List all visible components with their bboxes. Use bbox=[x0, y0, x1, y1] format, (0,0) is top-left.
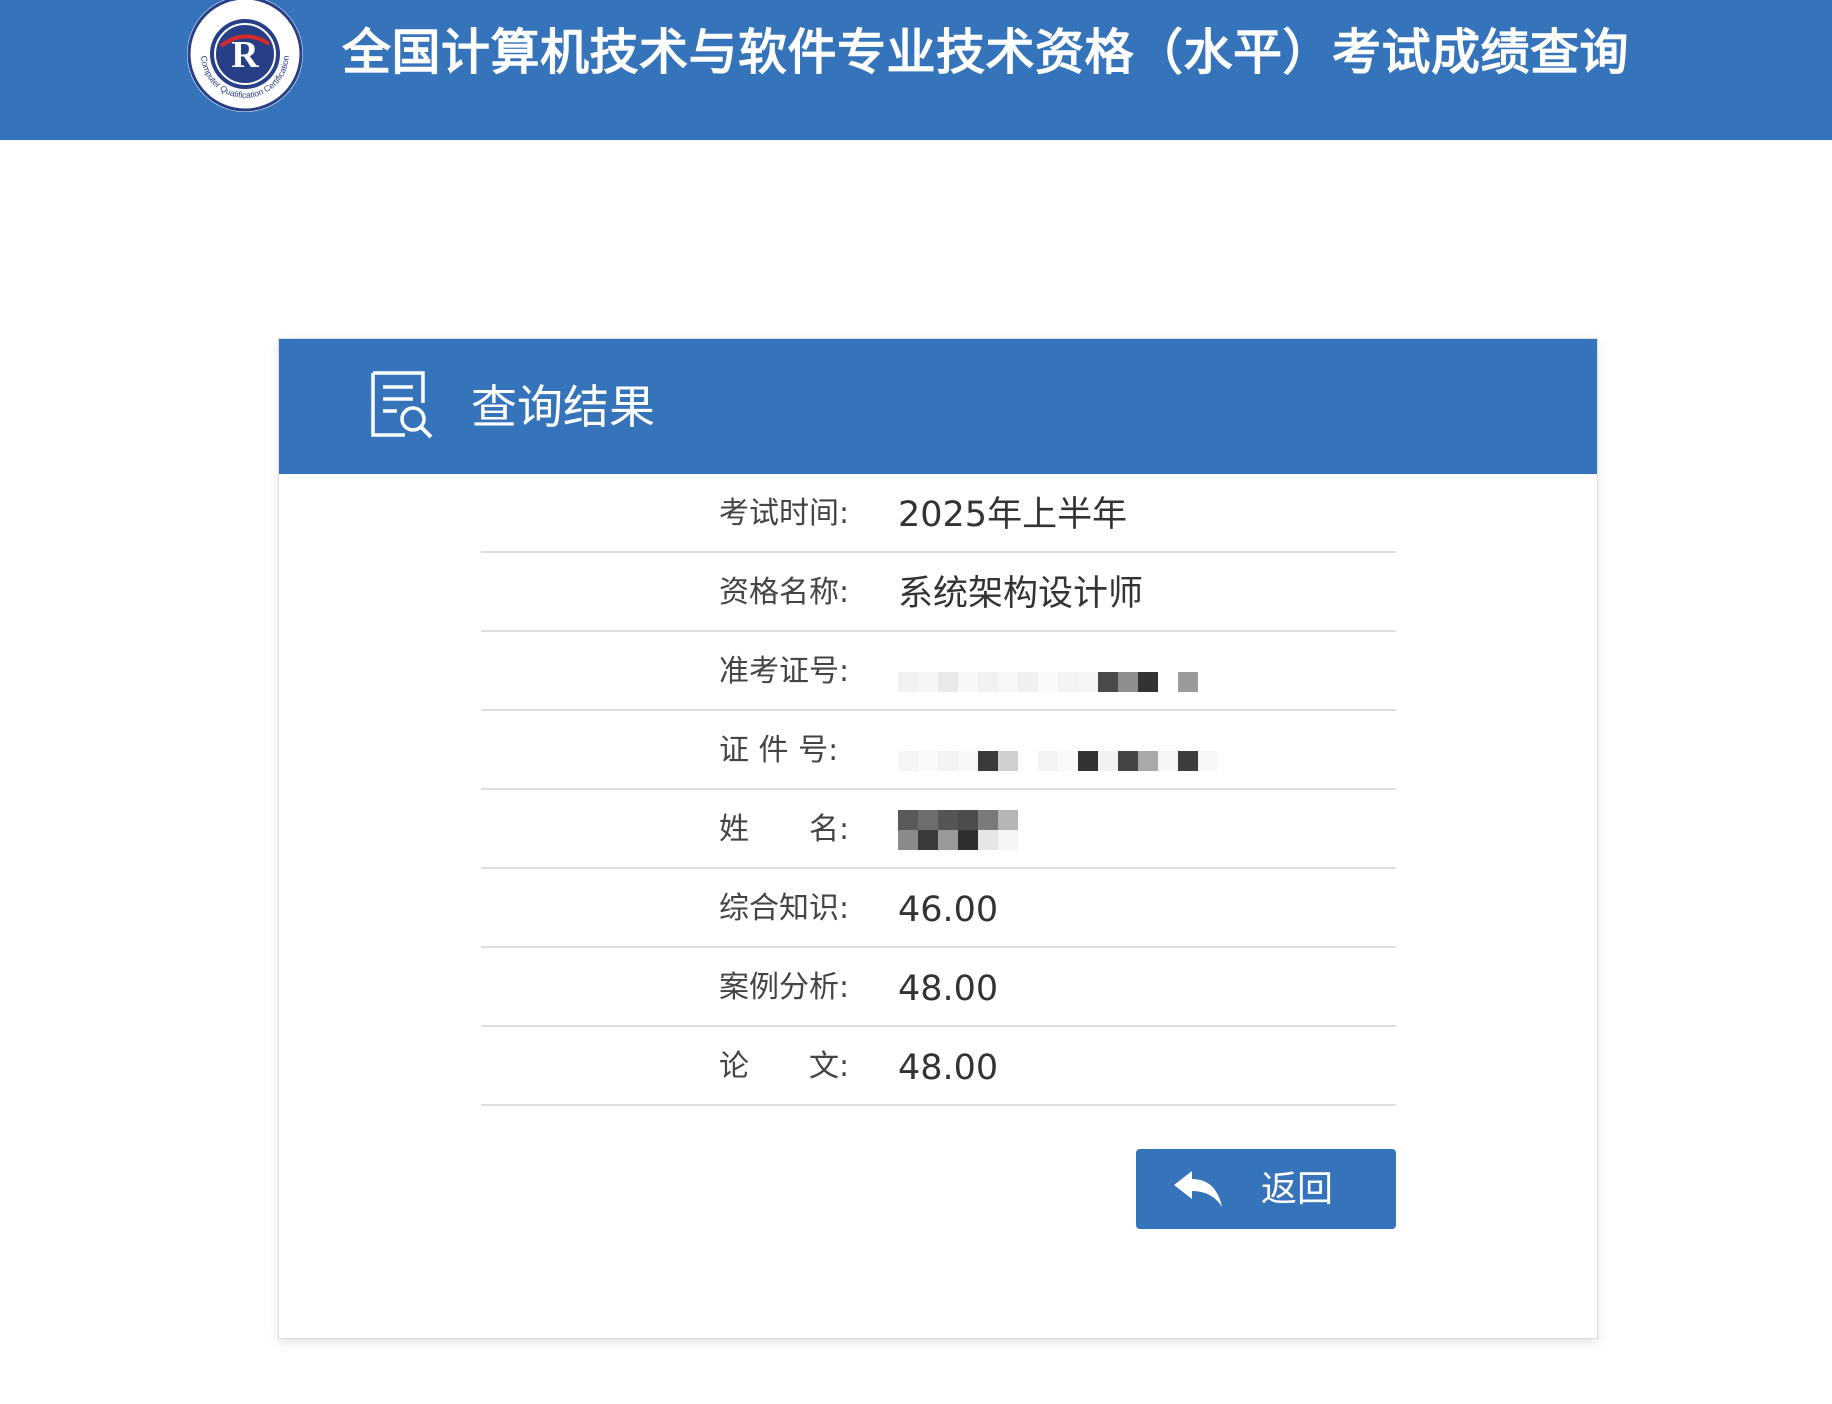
page-title: 全国计算机技术与软件专业技术资格（水平）考试成绩查询 bbox=[342, 24, 1630, 81]
result-card: 查询结果 考试时间: 2025年上半年 资格名称: 系统架构设计师 准考证号: … bbox=[278, 338, 1598, 1339]
row-label: 资格名称: bbox=[719, 575, 850, 610]
result-row-case-analysis: 案例分析: 48.00 bbox=[481, 948, 1396, 1027]
document-search-icon bbox=[371, 371, 433, 439]
back-button-label: 返回 bbox=[1261, 1169, 1334, 1210]
row-value: 系统架构设计师 bbox=[898, 574, 1144, 614]
row-label: 准考证号: bbox=[719, 654, 850, 689]
row-label: 案例分析: bbox=[719, 970, 850, 1005]
redacted-mosaic bbox=[898, 652, 1198, 692]
row-value: 48.00 bbox=[898, 969, 999, 1009]
reply-arrow-icon bbox=[1174, 1171, 1222, 1207]
redacted-mosaic bbox=[898, 731, 1218, 771]
result-row-name: 姓 名: bbox=[481, 790, 1396, 869]
row-value: 2025年上半年 bbox=[898, 495, 1128, 535]
result-row-qualification: 资格名称: 系统架构设计师 bbox=[481, 553, 1396, 632]
row-label: 考试时间: bbox=[719, 496, 850, 531]
back-button[interactable]: 返回 bbox=[1136, 1149, 1396, 1229]
row-label: 论 文: bbox=[719, 1049, 850, 1084]
row-value: 46.00 bbox=[898, 890, 999, 930]
ruankao-seal-logo: R Computer Qualification Certification bbox=[187, 0, 303, 112]
result-row-essay: 论 文: 48.00 bbox=[481, 1027, 1396, 1106]
row-label: 姓 名: bbox=[719, 812, 850, 847]
result-row-comprehensive-knowledge: 综合知识: 46.00 bbox=[481, 869, 1396, 948]
result-row-ticket-number: 准考证号: bbox=[481, 632, 1396, 711]
row-label: 综合知识: bbox=[719, 891, 850, 926]
svg-text:R: R bbox=[231, 34, 259, 76]
redacted-mosaic bbox=[898, 810, 1018, 850]
result-table: 考试时间: 2025年上半年 资格名称: 系统架构设计师 准考证号: 证 件 号… bbox=[481, 474, 1396, 1106]
result-title: 查询结果 bbox=[471, 380, 655, 434]
result-row-exam-time: 考试时间: 2025年上半年 bbox=[481, 474, 1396, 553]
row-value: 48.00 bbox=[898, 1048, 999, 1088]
site-header: R Computer Qualification Certification 全… bbox=[0, 0, 1832, 140]
result-card-header: 查询结果 bbox=[279, 339, 1597, 474]
row-label: 证 件 号: bbox=[719, 733, 839, 768]
result-row-id-number: 证 件 号: bbox=[481, 711, 1396, 790]
